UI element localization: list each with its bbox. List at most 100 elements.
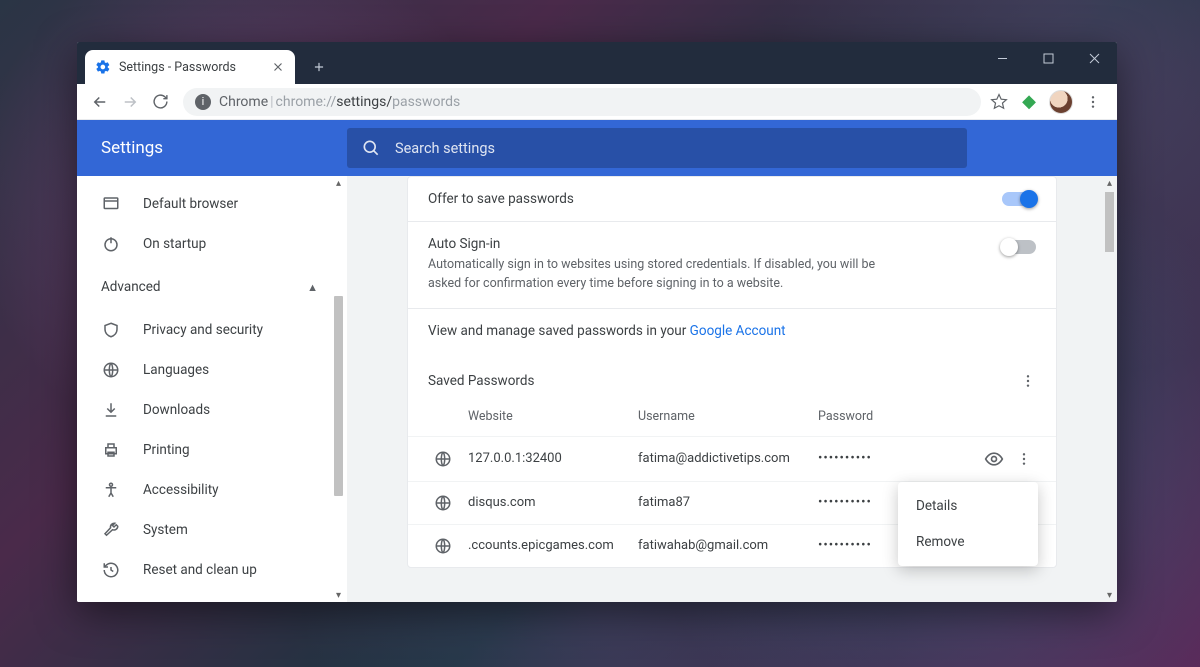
scroll-up-icon[interactable]: ▴ bbox=[331, 176, 346, 190]
tab-close-icon[interactable] bbox=[271, 60, 285, 74]
globe-icon bbox=[434, 450, 454, 468]
globe-icon bbox=[434, 494, 454, 512]
settings-header: Settings bbox=[77, 120, 1117, 176]
settings-search[interactable] bbox=[347, 128, 967, 168]
col-password: Password bbox=[818, 409, 948, 424]
row-auto-signin: Auto Sign-in Automatically sign in to we… bbox=[408, 221, 1056, 308]
chevron-up-icon: ▲ bbox=[307, 281, 318, 294]
auto-signin-label: Auto Sign-in bbox=[428, 236, 1002, 252]
row-manage: View and manage saved passwords in your … bbox=[408, 308, 1056, 353]
offer-save-toggle[interactable] bbox=[1002, 192, 1036, 206]
settings-main: Offer to save passwords Auto Sign-in Aut… bbox=[347, 176, 1117, 602]
scroll-thumb[interactable] bbox=[1105, 192, 1114, 252]
sidebar-item-system[interactable]: System bbox=[77, 510, 346, 550]
chrome-window: Settings - Passwords i Chrome | chrome:/… bbox=[77, 42, 1117, 602]
window-controls bbox=[979, 42, 1117, 74]
browser-tab[interactable]: Settings - Passwords bbox=[85, 50, 295, 84]
google-account-link[interactable]: Google Account bbox=[690, 323, 786, 339]
maximize-button[interactable] bbox=[1025, 42, 1071, 74]
new-tab-button[interactable] bbox=[305, 53, 333, 81]
password-row-menu-icon[interactable] bbox=[1016, 451, 1036, 467]
password-site: .ccounts.epicgames.com bbox=[468, 538, 638, 553]
sidebar-scrollbar[interactable]: ▴ ▾ bbox=[331, 176, 346, 602]
popup-details[interactable]: Details bbox=[898, 488, 1038, 524]
auto-signin-toggle[interactable] bbox=[1002, 240, 1036, 254]
password-row-popup: Details Remove bbox=[898, 482, 1038, 566]
offer-save-label: Offer to save passwords bbox=[428, 191, 1002, 207]
minimize-button[interactable] bbox=[979, 42, 1025, 74]
passwords-table-header: Website Username Password bbox=[408, 399, 1056, 436]
show-password-icon[interactable] bbox=[984, 449, 1008, 469]
settings-sidebar: Default browser On startup Advanced ▲ Pr… bbox=[77, 176, 347, 602]
globe-icon bbox=[101, 360, 121, 380]
manage-text: View and manage saved passwords in your bbox=[428, 323, 690, 339]
row-offer-save: Offer to save passwords bbox=[408, 177, 1056, 221]
gear-icon bbox=[95, 59, 111, 75]
settings-title: Settings bbox=[77, 138, 347, 158]
sidebar-label: System bbox=[143, 522, 188, 538]
auto-signin-desc: Automatically sign in to websites using … bbox=[428, 256, 908, 294]
password-site: 127.0.0.1:32400 bbox=[468, 451, 638, 466]
window-close-button[interactable] bbox=[1071, 42, 1117, 74]
sidebar-label: Accessibility bbox=[143, 482, 219, 498]
saved-passwords-header: Saved Passwords bbox=[408, 353, 1056, 399]
chrome-menu-icon[interactable] bbox=[1083, 92, 1103, 112]
sidebar-label: Languages bbox=[143, 362, 209, 378]
sidebar-label: Reset and clean up bbox=[143, 562, 257, 578]
addr-sep: | bbox=[270, 94, 273, 110]
wrench-icon bbox=[101, 520, 121, 540]
sidebar-label: Privacy and security bbox=[143, 322, 263, 338]
sidebar-item-default-browser[interactable]: Default browser bbox=[77, 184, 346, 224]
sidebar-section-advanced[interactable]: Advanced ▲ bbox=[77, 264, 346, 310]
print-icon bbox=[101, 440, 121, 460]
settings-search-input[interactable] bbox=[395, 140, 953, 157]
saved-passwords-title: Saved Passwords bbox=[428, 373, 534, 389]
site-info-icon[interactable]: i bbox=[195, 94, 211, 110]
reload-button[interactable] bbox=[145, 87, 175, 117]
extension-icon[interactable]: ◆ bbox=[1019, 92, 1039, 112]
scroll-down-icon[interactable]: ▾ bbox=[1102, 588, 1117, 602]
main-scrollbar[interactable]: ▴ ▾ bbox=[1102, 176, 1117, 602]
back-button[interactable] bbox=[85, 87, 115, 117]
globe-icon bbox=[434, 537, 454, 555]
sidebar-item-reset[interactable]: Reset and clean up bbox=[77, 550, 346, 590]
sidebar-label: On startup bbox=[143, 236, 206, 252]
sidebar-label: Downloads bbox=[143, 402, 210, 418]
scroll-down-icon[interactable]: ▾ bbox=[331, 588, 346, 602]
bookmark-star-icon[interactable] bbox=[989, 92, 1009, 112]
forward-button[interactable] bbox=[115, 87, 145, 117]
restore-icon bbox=[101, 560, 121, 580]
browser-icon bbox=[101, 194, 121, 214]
scroll-up-icon[interactable]: ▴ bbox=[1102, 176, 1117, 190]
accessibility-icon bbox=[101, 480, 121, 500]
scroll-thumb[interactable] bbox=[334, 296, 343, 496]
password-user: fatiwahab@gmail.com bbox=[638, 538, 818, 553]
sidebar-item-on-startup[interactable]: On startup bbox=[77, 224, 346, 264]
password-row[interactable]: 127.0.0.1:32400 fatima@addictivetips.com… bbox=[408, 436, 1056, 481]
sidebar-section-label: Advanced bbox=[101, 279, 161, 295]
passwords-card: Offer to save passwords Auto Sign-in Aut… bbox=[407, 176, 1057, 568]
sidebar-item-privacy[interactable]: Privacy and security bbox=[77, 310, 346, 350]
popup-remove[interactable]: Remove bbox=[898, 524, 1038, 560]
power-icon bbox=[101, 234, 121, 254]
sidebar-item-downloads[interactable]: Downloads bbox=[77, 390, 346, 430]
addr-path2: passwords bbox=[392, 94, 460, 110]
password-value: •••••••••• bbox=[818, 451, 948, 466]
address-field[interactable]: i Chrome | chrome:// settings/ passwords bbox=[183, 88, 981, 116]
saved-passwords-menu-icon[interactable] bbox=[1020, 373, 1036, 389]
profile-avatar[interactable] bbox=[1049, 90, 1073, 114]
search-icon bbox=[361, 138, 381, 158]
password-site: disqus.com bbox=[468, 495, 638, 510]
sidebar-item-languages[interactable]: Languages bbox=[77, 350, 346, 390]
addr-path1: settings/ bbox=[336, 94, 392, 110]
download-icon bbox=[101, 400, 121, 420]
sidebar-item-accessibility[interactable]: Accessibility bbox=[77, 470, 346, 510]
titlebar: Settings - Passwords bbox=[77, 42, 1117, 84]
addr-prefix: Chrome bbox=[219, 94, 268, 110]
address-bar: i Chrome | chrome:// settings/ passwords… bbox=[77, 84, 1117, 120]
sidebar-item-printing[interactable]: Printing bbox=[77, 430, 346, 470]
password-row[interactable]: disqus.com fatima87 •••••••••• Details R… bbox=[408, 481, 1056, 524]
col-username: Username bbox=[638, 409, 818, 424]
col-website: Website bbox=[468, 409, 638, 424]
password-user: fatima@addictivetips.com bbox=[638, 451, 818, 466]
